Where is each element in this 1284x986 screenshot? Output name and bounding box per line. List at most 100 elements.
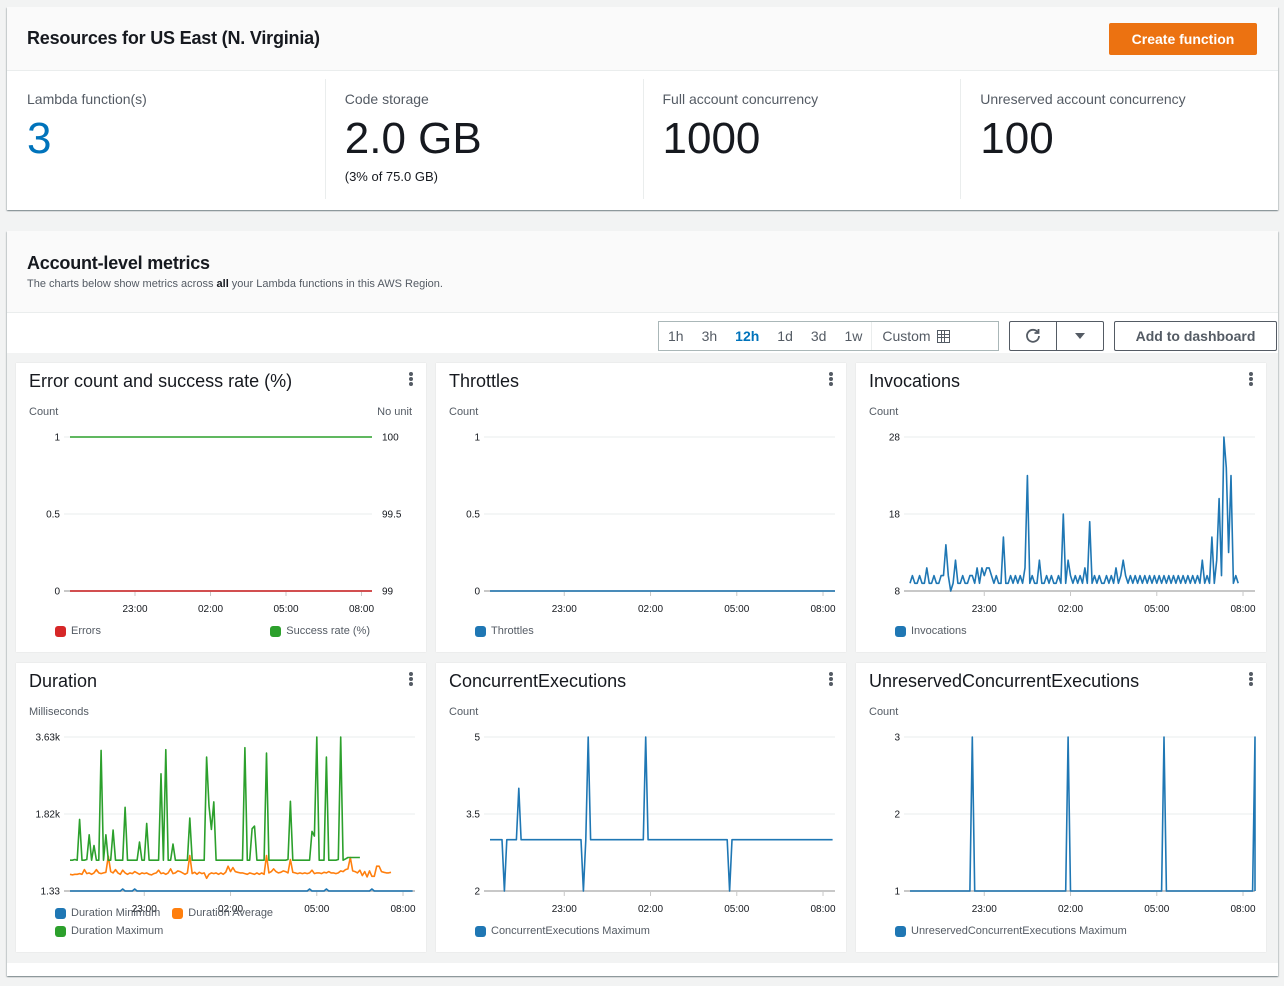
legend-label: Success rate (%)	[286, 625, 370, 637]
refresh-button[interactable]	[1010, 322, 1056, 350]
legend-item[interactable]: Duration Average	[172, 907, 273, 919]
legend-item[interactable]: Throttles	[475, 625, 534, 637]
desc-text: The charts below show metrics across	[27, 278, 217, 290]
range-1h[interactable]: 1h	[659, 322, 693, 350]
legend-label: ConcurrentExecutions Maximum	[491, 925, 650, 937]
legend-item[interactable]: ConcurrentExecutions Maximum	[475, 925, 650, 937]
x-tick-label: 05:00	[1144, 604, 1169, 615]
resources-header: Resources for US East (N. Virginia) Crea…	[7, 7, 1278, 71]
legend-item[interactable]: Duration Maximum	[55, 925, 163, 937]
x-tick-label: 23:00	[122, 604, 147, 615]
x-tick-label: 08:00	[811, 904, 836, 915]
lambda-functions-count-link[interactable]: 3	[27, 115, 305, 163]
y-tick-label-right: 99.5	[382, 510, 402, 521]
x-tick-label: 08:00	[1231, 604, 1256, 615]
range-1d[interactable]: 1d	[768, 322, 802, 350]
chart-legend: Invocations	[895, 625, 967, 637]
range-12h[interactable]: 12h	[726, 322, 768, 350]
stat-value: 2.0 GB	[344, 114, 482, 163]
y-tick-label: 18	[889, 510, 901, 521]
custom-label: Custom	[882, 328, 931, 344]
range-custom[interactable]: Custom	[871, 322, 955, 350]
caret-down-icon	[1075, 333, 1085, 339]
legend-label: Duration Average	[188, 907, 274, 919]
legend-item[interactable]: Duration Minimum	[55, 907, 160, 919]
legend-label: UnreservedConcurrentExecutions Maximum	[911, 925, 1127, 937]
legend-item[interactable]: Errors	[55, 625, 101, 637]
x-tick-label: 02:00	[638, 604, 663, 615]
y-axis-label: Count	[869, 406, 898, 418]
chart-legend: UnreservedConcurrentExecutions Maximum	[895, 925, 1127, 937]
y-tick-label: 3.5	[466, 810, 480, 821]
stat-full-concurrency: Full account concurrency 1000	[642, 79, 961, 209]
y-tick-label-right: 100	[382, 433, 399, 444]
x-tick-label: 05:00	[1144, 904, 1169, 915]
x-tick-label: 08:00	[391, 904, 416, 915]
y-tick-label: 5	[474, 733, 480, 744]
x-tick-label: 02:00	[638, 904, 663, 915]
legend-swatch	[475, 625, 486, 637]
y-tick-label: 0.5	[466, 510, 480, 521]
legend-item[interactable]: Success rate (%)	[270, 625, 370, 637]
refresh-icon	[1026, 328, 1040, 343]
x-tick-label: 23:00	[552, 904, 577, 915]
create-function-button[interactable]: Create function	[1109, 23, 1257, 55]
metrics-title: Account-level metrics	[27, 253, 210, 273]
desc-text: your Lambda functions in this AWS Region…	[228, 278, 443, 290]
desc-bold: all	[216, 278, 229, 290]
x-tick-label: 05:00	[724, 604, 749, 615]
x-tick-label: 23:00	[972, 904, 997, 915]
legend-swatch	[172, 907, 184, 919]
chart-card-throttles: Throttles Count 0 0.5 1 23:00 02:00 05:00 08:00 T…	[436, 363, 846, 652]
resources-title: Resources for US East (N. Virginia)	[27, 28, 320, 48]
y-tick-label: 1.33	[41, 887, 61, 898]
chart-card-invocations: Invocations Count 8 18 28 23:00 02:00 05:00 08:0…	[856, 363, 1266, 652]
x-tick-label: 05:00	[724, 904, 749, 915]
chart-legend: Throttles	[475, 625, 534, 637]
y-tick-label: 0	[54, 587, 60, 598]
chart-card-concurrent: ConcurrentExecutions Count 2 3.5 5 23:00 02:00…	[436, 663, 846, 952]
y-tick-label: 1	[894, 887, 900, 898]
chart-card-errors: Error count and success rate (%) Count No …	[16, 363, 426, 652]
x-tick-label: 08:00	[1231, 904, 1256, 915]
legend-item[interactable]: UnreservedConcurrentExecutions Maximum	[895, 925, 1127, 937]
range-1w[interactable]: 1w	[835, 322, 871, 350]
y-tick-label: 28	[889, 433, 901, 444]
x-tick-label: 02:00	[1058, 604, 1083, 615]
metrics-header: Account-level metrics The charts below s…	[7, 231, 1278, 313]
stat-sub: (3% of 75.0 GB)	[344, 169, 438, 184]
legend-swatch	[55, 907, 66, 919]
add-to-dashboard-button[interactable]: Add to dashboard	[1114, 321, 1277, 351]
x-tick-label: 08:00	[349, 604, 374, 615]
refresh-options-dropdown[interactable]	[1056, 322, 1103, 350]
stat-label: Lambda function(s)	[27, 91, 147, 107]
stat-label: Unreserved account concurrency	[980, 91, 1186, 107]
range-3h[interactable]: 3h	[693, 322, 727, 350]
chart-legend: ConcurrentExecutions Maximum	[475, 925, 650, 937]
legend-swatch	[270, 625, 282, 637]
legend-label: Errors	[71, 625, 101, 637]
metrics-toolbar: 1h 3h 12h 1d 3d 1w Custom Add to dashboa…	[7, 313, 1278, 353]
chart-legend: Errors Success rate (%)	[55, 625, 370, 637]
refresh-button-group	[1009, 321, 1104, 351]
legend-swatch	[895, 925, 906, 937]
legend-item[interactable]: Invocations	[895, 625, 967, 637]
range-3d[interactable]: 3d	[802, 322, 836, 350]
chart-svg: Count 0 0.5 1 23:00 02:00 05:00 08:00	[449, 406, 836, 615]
stat-lambda-functions: Lambda function(s) 3	[7, 79, 325, 209]
legend-label: Throttles	[491, 625, 534, 637]
y-axis-label-right: No unit	[377, 406, 412, 418]
metrics-description: The charts below show metrics across all…	[27, 278, 443, 290]
stat-value: 1000	[662, 114, 761, 163]
chart-svg: Count No unit 0 0.5 1 99 99.5 100 23:00 02:00 05:0…	[29, 406, 412, 615]
x-tick-label: 23:00	[972, 604, 997, 615]
y-tick-label: 0	[474, 587, 480, 598]
calendar-icon	[936, 329, 950, 343]
y-tick-label: 2	[894, 810, 900, 821]
resources-panel: Resources for US East (N. Virginia) Crea…	[7, 7, 1278, 210]
y-axis-label: Count	[29, 406, 58, 418]
y-tick-label: 0.5	[46, 510, 60, 521]
y-tick-label: 2	[474, 887, 480, 898]
chart-legend: Duration Minimum Duration Average	[55, 907, 273, 919]
x-tick-label: 23:00	[552, 604, 577, 615]
